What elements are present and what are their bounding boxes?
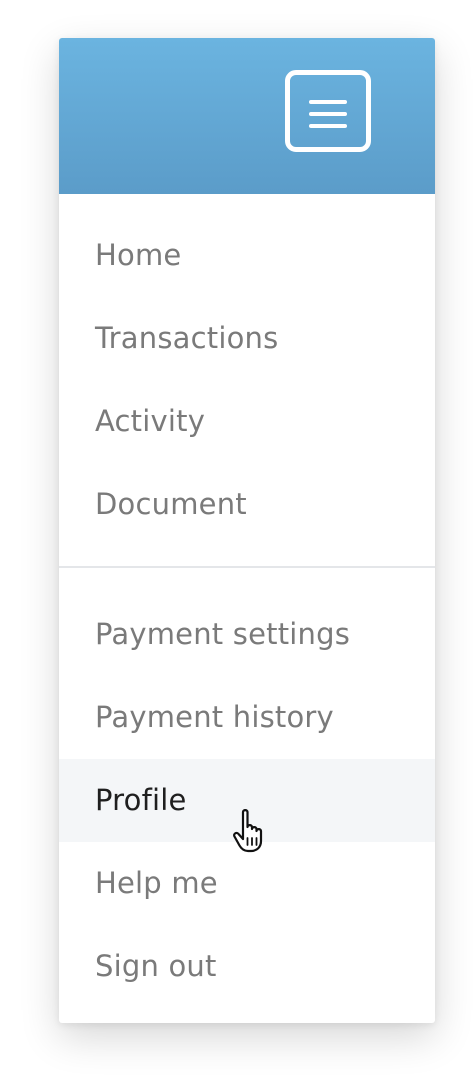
menu-item-label: Document — [95, 487, 247, 521]
hand-pointer-icon — [233, 809, 263, 853]
menu-item-document[interactable]: Document — [59, 463, 435, 546]
menu-item-label: Activity — [95, 404, 206, 438]
menu-header — [59, 38, 435, 194]
hamburger-menu-button[interactable] — [285, 70, 371, 152]
primary-menu-group: Home Transactions Activity Document — [59, 214, 435, 546]
menu-item-label: Payment settings — [95, 617, 351, 651]
menu-item-label: Profile — [95, 783, 187, 817]
menu-item-home[interactable]: Home — [59, 214, 435, 297]
dropdown-menu-panel: Home Transactions Activity Document Paym… — [59, 38, 435, 1023]
hamburger-menu-icon-bar — [309, 112, 347, 116]
menu-item-sign-out[interactable]: Sign out — [59, 925, 435, 1008]
hamburger-menu-icon — [309, 100, 347, 104]
menu-item-transactions[interactable]: Transactions — [59, 297, 435, 380]
menu-item-help-me[interactable]: Help me — [59, 842, 435, 925]
secondary-menu-group: Payment settings Payment history Profile… — [59, 593, 435, 1008]
hamburger-menu-icon-bar — [309, 124, 347, 128]
menu-item-payment-history[interactable]: Payment history — [59, 676, 435, 759]
menu-item-label: Sign out — [95, 949, 217, 983]
menu-item-payment-settings[interactable]: Payment settings — [59, 593, 435, 676]
menu-item-label: Payment history — [95, 700, 334, 734]
menu-item-label: Transactions — [95, 321, 279, 355]
menu-item-label: Help me — [95, 866, 218, 900]
menu-item-activity[interactable]: Activity — [59, 380, 435, 463]
menu-item-label: Home — [95, 238, 182, 272]
menu-divider — [59, 566, 435, 568]
